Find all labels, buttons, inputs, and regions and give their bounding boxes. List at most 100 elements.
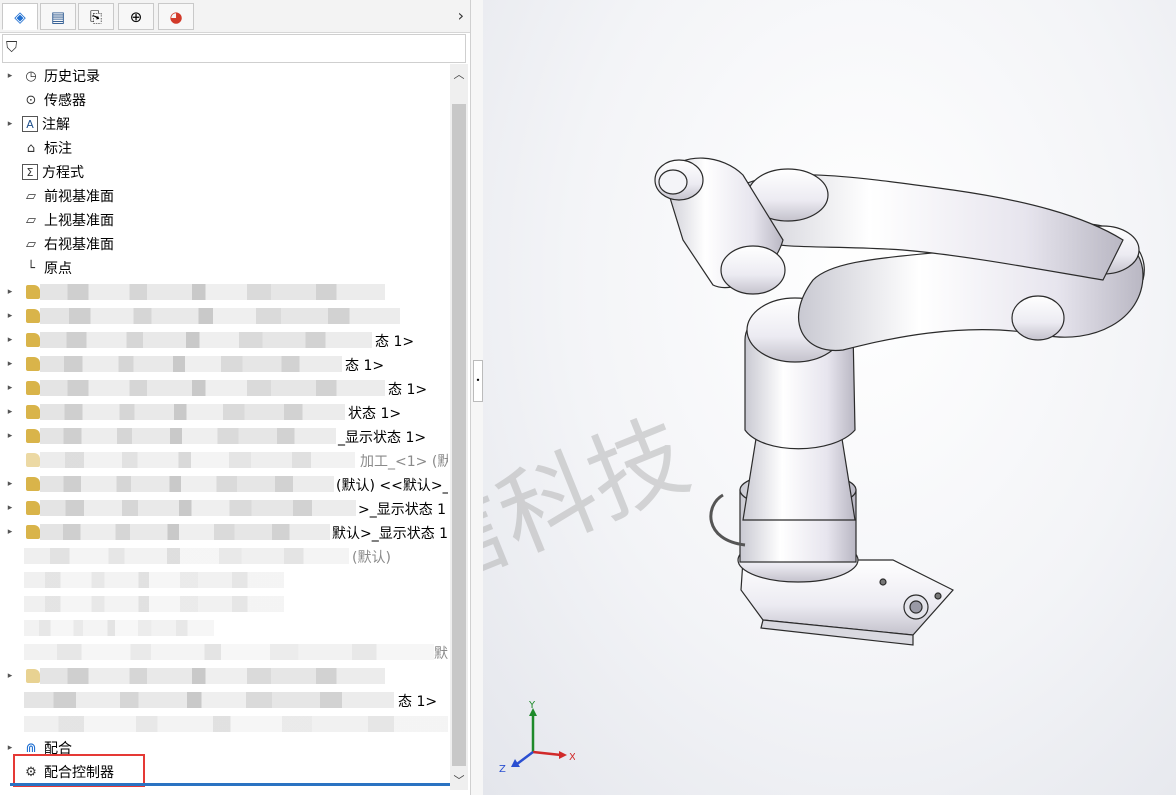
tree-item-component[interactable]: ▸ 默认>_显示状态 1 [0, 520, 448, 544]
plane-icon: ▱ [26, 212, 36, 228]
tree-item-component[interactable] [0, 616, 448, 640]
tree-item-component[interactable]: ▸ >_显示状态 1 [0, 496, 448, 520]
tree-item-component[interactable]: ▸ 态 1> [0, 352, 448, 376]
blurred-label [24, 644, 434, 660]
tree-item-component[interactable]: (默认) [0, 544, 448, 568]
blurred-label [40, 332, 372, 348]
chevron-right-icon[interactable]: › [458, 6, 464, 25]
graphics-viewport[interactable]: 生信科技 Y X Z [483, 0, 1176, 795]
tree-item-component[interactable]: 加工_<1> (默 [0, 448, 448, 472]
expand-arrow-icon[interactable]: ▸ [4, 311, 16, 321]
expand-arrow-icon[interactable]: ▸ [4, 407, 16, 417]
tree-item-label: 上视基准面 [44, 213, 114, 229]
tree-item-component[interactable]: 默 [0, 640, 448, 664]
assembly-icon [26, 669, 40, 683]
blurred-label [40, 308, 400, 324]
tree-item-right-plane[interactable]: ▱ 右视基准面 [0, 232, 448, 256]
expand-arrow-icon[interactable]: ▸ [4, 743, 16, 753]
blurred-label [40, 476, 334, 492]
tree-scrollbar[interactable]: ︿ ﹀ [450, 64, 468, 790]
tree-item-component[interactable] [0, 592, 448, 616]
expand-arrow-icon[interactable]: ▸ [4, 527, 16, 537]
tree-item-origin[interactable]: └ 原点 [0, 256, 448, 280]
component-label-tail: (默认) [352, 550, 391, 566]
scrollbar-thumb[interactable] [452, 104, 466, 766]
watermark-text: 生信科技 [483, 399, 703, 647]
blurred-label [40, 452, 355, 468]
expand-arrow-icon[interactable]: ▸ [4, 431, 16, 441]
blurred-label [40, 356, 342, 372]
tree-filter[interactable]: ⛉ [2, 34, 466, 63]
tree-item-component[interactable]: ▸ [0, 280, 448, 304]
configuration-manager-icon: ⎘ [89, 7, 102, 26]
expand-arrow-icon[interactable]: ▸ [4, 671, 16, 681]
annotation-icon: A [22, 116, 38, 132]
tree-item-history[interactable]: ▸ ◷ 历史记录 [0, 64, 448, 88]
blurred-label [40, 284, 385, 300]
tab-property-manager[interactable]: ▤ [40, 3, 76, 30]
expand-arrow-icon[interactable]: ▸ [4, 383, 16, 393]
blurred-label [24, 692, 394, 708]
chevron-down-icon[interactable]: ﹀ [450, 772, 468, 788]
blurred-label [40, 668, 385, 684]
blurred-label [24, 716, 448, 732]
triad-x-label: X [569, 752, 575, 763]
tree-item-sensors[interactable]: ⊙ 传感器 [0, 88, 448, 112]
tree-item-component[interactable]: 态 1> [0, 688, 448, 712]
expand-arrow-icon[interactable]: ▸ [4, 479, 16, 489]
assembly-icon [26, 405, 40, 419]
expand-arrow-icon[interactable]: ▸ [4, 335, 16, 345]
panel-splitter[interactable]: • [470, 0, 483, 795]
assembly-icon [26, 285, 40, 299]
assembly-icon [26, 525, 40, 539]
tab-display-manager[interactable]: ◕ [158, 3, 194, 30]
component-label-tail: 态 1> [375, 334, 415, 350]
splitter-handle[interactable]: • [473, 360, 483, 402]
blurred-label [40, 500, 356, 516]
tree-item-front-plane[interactable]: ▱ 前视基准面 [0, 184, 448, 208]
feature-manager-icon: ◈ [14, 7, 26, 26]
chevron-up-icon[interactable]: ︿ [450, 66, 468, 82]
assembly-icon [26, 381, 40, 395]
tab-configuration-manager[interactable]: ⎘ [78, 3, 114, 30]
blurred-label [24, 596, 284, 612]
blurred-label [24, 572, 284, 588]
expand-arrow-icon[interactable]: ▸ [4, 503, 16, 513]
tree-item-top-plane[interactable]: ▱ 上视基准面 [0, 208, 448, 232]
tree-item-label: 标注 [44, 141, 72, 157]
component-label-tail: 加工_<1> (默 [360, 454, 448, 470]
tree-item-component[interactable]: ▸ 态 1> [0, 376, 448, 400]
color-wheel-icon: ◕ [169, 7, 183, 26]
tree-item-component[interactable]: ▸ 态 1> [0, 328, 448, 352]
tree-item-component[interactable] [0, 712, 448, 736]
blurred-label [24, 548, 349, 564]
expand-arrow-icon[interactable]: ▸ [4, 119, 16, 129]
expand-arrow-icon[interactable]: ▸ [4, 71, 16, 81]
tree-item-label: 注解 [42, 117, 70, 133]
tree-item-component[interactable]: ▸ _显示状态 1> [0, 424, 448, 448]
tree-item-component[interactable]: ▸ [0, 304, 448, 328]
crosshair-icon: ⊕ [129, 7, 143, 26]
component-label-tail: 默认>_显示状态 1 [332, 526, 448, 542]
expand-arrow-icon[interactable]: ▸ [4, 359, 16, 369]
filter-icon[interactable]: ⛉ [6, 38, 17, 56]
tree-item-component[interactable] [0, 568, 448, 592]
component-label-tail: 状态 1> [348, 406, 402, 422]
tree-item-label: 历史记录 [44, 69, 100, 85]
tree-item-component[interactable]: ▸ (默认) <<默认>_ [0, 472, 448, 496]
tree-item-component[interactable]: ▸ 状态 1> [0, 400, 448, 424]
tab-feature-manager[interactable]: ◈ [2, 3, 38, 30]
expand-arrow-icon[interactable]: ▸ [4, 287, 16, 297]
assembly-icon [26, 453, 40, 467]
tree-item-component[interactable]: ▸ [0, 664, 448, 688]
assembly-icon [26, 357, 40, 371]
feature-manager-panel: ◈ ▤ ⎘ ⊕ ◕ › ⛉ ▸ ◷ 历史记录 ⊙ 传感器 ▸ A 注解 ⌂ 标注… [0, 0, 471, 795]
markup-icon: ⌂ [26, 140, 36, 156]
tree-item-markup[interactable]: ⌂ 标注 [0, 136, 448, 160]
tab-dimxpert-manager[interactable]: ⊕ [118, 3, 154, 30]
tree-item-equations[interactable]: Σ 方程式 [0, 160, 448, 184]
triad-z-label: Z [499, 764, 506, 775]
tree-item-annotations[interactable]: ▸ A 注解 [0, 112, 448, 136]
component-label-tail: 态 1> [398, 694, 438, 710]
origin-icon: └ [27, 260, 35, 276]
